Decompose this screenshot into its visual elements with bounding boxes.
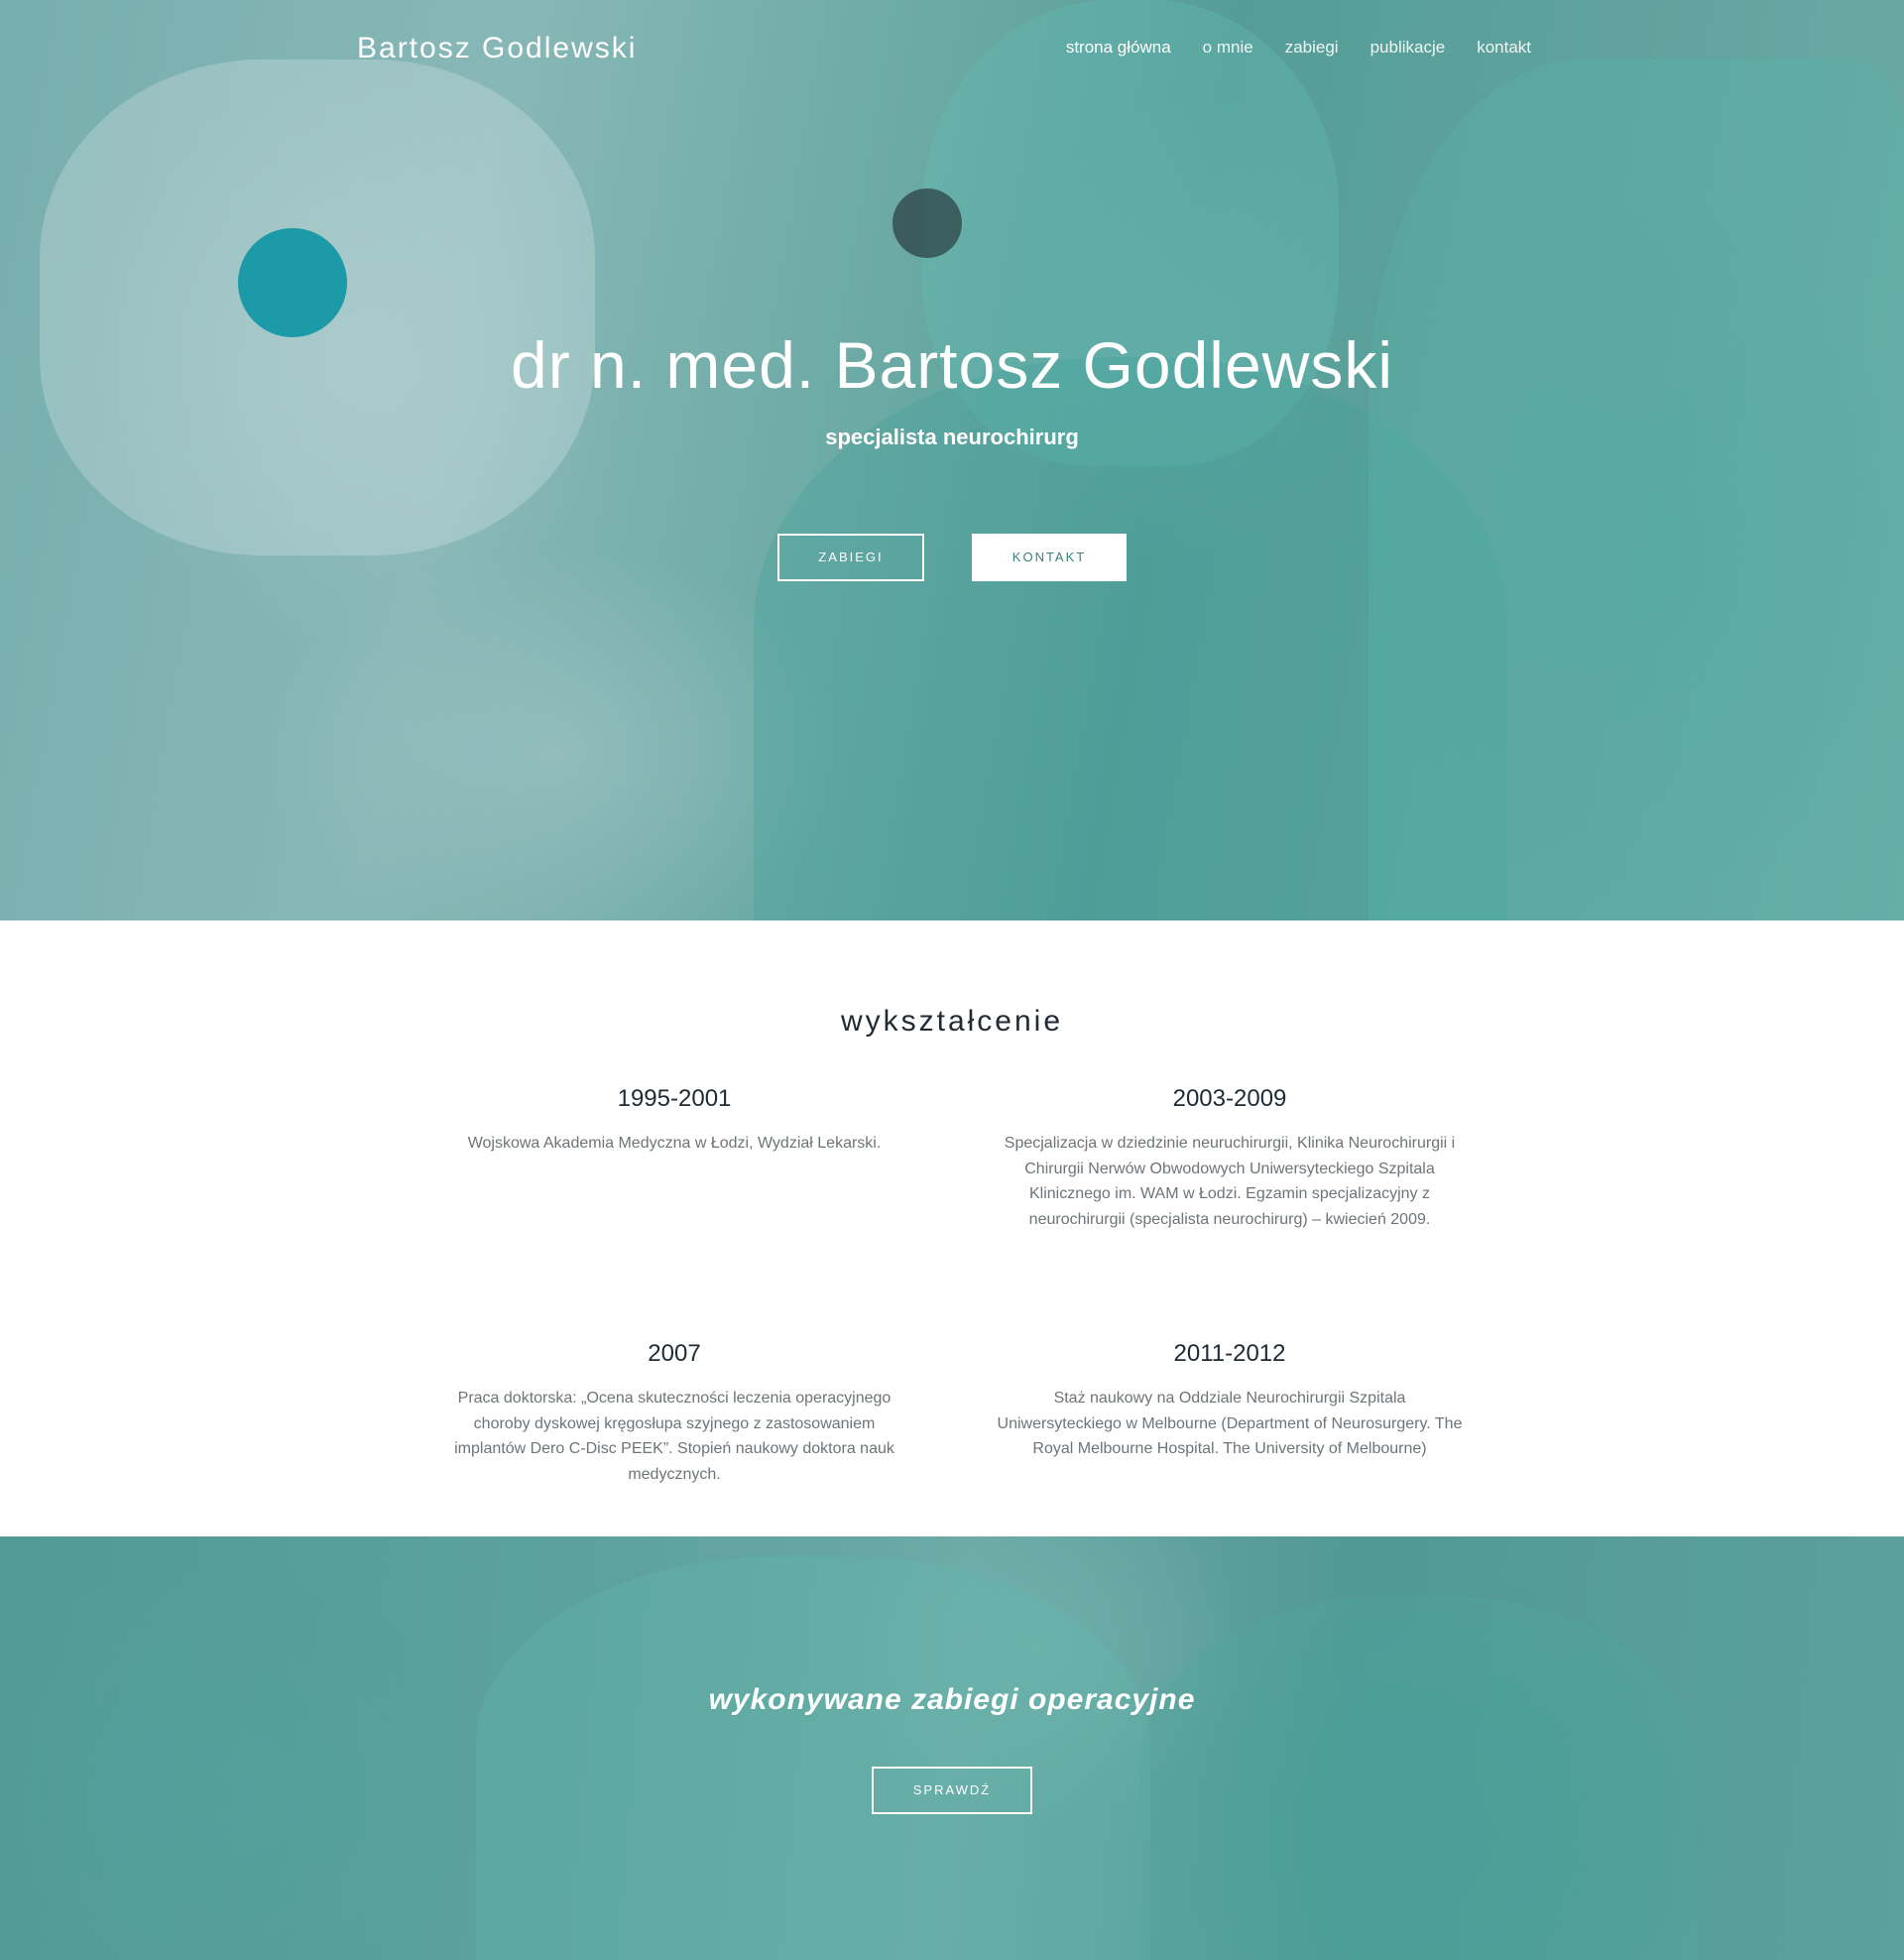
check-button[interactable]: SPRAWDŹ	[872, 1767, 1032, 1814]
nav-item-contact[interactable]: kontakt	[1477, 38, 1531, 58]
hero-content: dr n. med. Bartosz Godlewski specjalista…	[0, 327, 1904, 581]
education-section: wykształcenie 1995-2001 Wojskowa Akademi…	[0, 920, 1904, 1536]
nav-item-about[interactable]: o mnie	[1203, 38, 1253, 58]
cta-content: wykonywane zabiegi operacyjne SPRAWDŹ	[0, 1683, 1904, 1814]
nav-item-publications[interactable]: publikacje	[1370, 38, 1446, 58]
site-brand[interactable]: Bartosz Godlewski	[357, 32, 637, 65]
cta-button-wrap: SPRAWDŹ	[0, 1767, 1904, 1814]
education-item: 2011-2012 Staż naukowy na Oddziale Neuro…	[997, 1340, 1463, 1462]
main-menu: strona główna o mnie zabiegi publikacje …	[1066, 38, 1531, 58]
education-text: Staż naukowy na Oddziale Neurochirurgii …	[997, 1390, 1463, 1457]
hero-buttons: ZABIEGI KONTAKT	[0, 534, 1904, 581]
education-title: wykształcenie	[840, 1005, 1064, 1038]
contact-button[interactable]: KONTAKT	[972, 534, 1127, 581]
microscope-lens	[892, 188, 962, 258]
education-year: 2003-2009	[1172, 1085, 1287, 1112]
education-year: 1995-2001	[617, 1085, 732, 1112]
top-navigation: Bartosz Godlewski strona główna o mnie z…	[0, 0, 1904, 99]
procedures-button[interactable]: ZABIEGI	[777, 534, 924, 581]
education-year: 2007	[648, 1340, 701, 1367]
hero-subtitle: specjalista neurochirurg	[825, 425, 1079, 449]
nav-item-home[interactable]: strona główna	[1066, 38, 1171, 58]
procedures-cta-section: wykonywane zabiegi operacyjne SPRAWDŹ	[0, 1536, 1904, 1960]
education-text: Wojskowa Akademia Medyczna w Łodzi, Wydz…	[467, 1135, 882, 1152]
microscope-badge-icon	[238, 228, 347, 337]
hero-title: dr n. med. Bartosz Godlewski	[511, 328, 1393, 402]
education-item: 2007 Praca doktorska: „Ocena skutecznośc…	[441, 1340, 907, 1487]
cta-title: wykonywane zabiegi operacyjne	[708, 1683, 1196, 1716]
education-year: 2011-2012	[1173, 1340, 1286, 1367]
education-item: 2003-2009 Specjalizacja w dziedzinie neu…	[997, 1085, 1463, 1232]
education-text: Praca doktorska: „Ocena skuteczności lec…	[454, 1390, 894, 1483]
education-text: Specjalizacja w dziedzinie neuruchirurgi…	[1004, 1135, 1456, 1228]
hero-section: Bartosz Godlewski strona główna o mnie z…	[0, 0, 1904, 920]
nav-item-procedures[interactable]: zabiegi	[1285, 38, 1339, 58]
education-item: 1995-2001 Wojskowa Akademia Medyczna w Ł…	[441, 1085, 907, 1157]
